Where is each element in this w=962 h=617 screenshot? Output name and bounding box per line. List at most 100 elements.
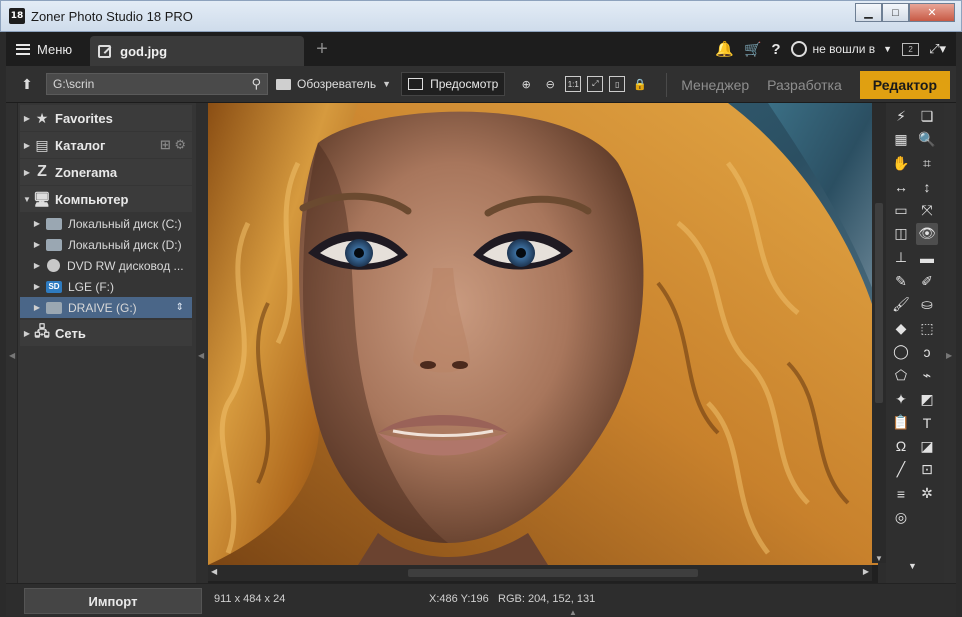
right-panel-collapse[interactable]: ▶	[944, 103, 956, 583]
scroll-right-icon[interactable]: ▶	[863, 567, 869, 576]
minimize-button[interactable]: ▁	[855, 3, 882, 22]
scroll-thumb[interactable]	[875, 203, 883, 403]
stripe-icon[interactable]: ≡	[890, 483, 912, 505]
reorder-icon[interactable]: ⇕	[176, 302, 184, 313]
hand-icon[interactable]: ✋	[890, 152, 912, 174]
eraser-icon[interactable]: ▬	[916, 247, 938, 269]
add-folder-icon[interactable]: ⊞	[160, 137, 171, 152]
add-tab-button[interactable]: +	[316, 38, 328, 61]
magic-wand-icon[interactable]: ✦	[890, 388, 912, 410]
search-icon[interactable]: ⚲	[251, 76, 261, 92]
mode-editor[interactable]: Редактор	[859, 70, 950, 99]
rect-select-icon[interactable]: ⬚	[916, 317, 938, 339]
image-canvas[interactable]	[208, 103, 878, 583]
line-icon[interactable]: ╱	[890, 459, 912, 481]
fit-to-screen-icon[interactable]: ⤢	[587, 76, 604, 92]
folder-up-button[interactable]: ⬆	[14, 72, 40, 96]
lock-icon[interactable]: 🔒	[631, 75, 649, 93]
straighten-icon[interactable]: ↔	[890, 176, 912, 198]
stamp-icon[interactable]: ⊥	[890, 247, 912, 269]
frame-icon[interactable]: ◎	[890, 506, 912, 528]
vertical-scrollbar[interactable]: ▼	[872, 103, 886, 563]
zoom-out-icon[interactable]: ⊖	[541, 75, 559, 93]
zoom-actual-size-button[interactable]: 1:1	[565, 76, 582, 92]
bell-icon[interactable]: 🔔	[715, 40, 734, 58]
gradient-icon[interactable]: ◩	[916, 388, 938, 410]
vertical-resize-icon[interactable]: ↕	[916, 176, 938, 198]
scroll-left-icon[interactable]: ◀	[211, 567, 217, 576]
expand-icon[interactable]: ▶	[20, 329, 34, 338]
shape-icon[interactable]: ◪	[916, 435, 938, 457]
brush-icon[interactable]: 🖌	[890, 294, 912, 316]
horizontal-scrollbar[interactable]: ◀ ▶	[208, 565, 872, 581]
expand-icon[interactable]: ▶	[20, 114, 34, 123]
zoom-in-icon[interactable]: ⊕	[517, 75, 535, 93]
maximize-button[interactable]: □	[882, 3, 909, 22]
panel-splitter[interactable]: ◀	[196, 103, 208, 583]
heal-brush-icon[interactable]: ✎	[890, 270, 912, 292]
gear-icon[interactable]: ⚙	[174, 137, 186, 152]
paste-icon[interactable]: 📋	[890, 412, 912, 434]
cart-icon[interactable]: 🛒	[744, 41, 761, 58]
expand-icon[interactable]: ▶	[20, 282, 46, 291]
nav-section-computer[interactable]: ▼ 🖥 Компьютер	[20, 186, 192, 212]
expand-icon[interactable]: ▶	[20, 168, 34, 177]
left-panel-collapse[interactable]: ◀	[6, 103, 18, 583]
layers-icon[interactable]: ❏	[916, 105, 938, 127]
histogram-icon[interactable]: ▦	[890, 129, 912, 151]
path-input[interactable]: G:\scrin ⚲	[46, 73, 268, 95]
symbol-icon[interactable]: Ω	[890, 435, 912, 457]
monitor-icon[interactable]: 2	[902, 42, 920, 56]
polygon-lasso-icon[interactable]: ⬠	[890, 365, 912, 387]
fit-height-icon[interactable]: ▯	[609, 76, 626, 92]
document-tab[interactable]: god.jpg	[90, 36, 305, 66]
bucket-icon[interactable]: ⛀	[916, 294, 938, 316]
expand-icon[interactable]: ▶	[20, 219, 46, 228]
preview-button[interactable]: Предосмотр	[401, 72, 506, 96]
crop-icon[interactable]: ⌗	[916, 152, 938, 174]
select-rect-icon[interactable]: ▭	[890, 199, 912, 221]
close-button[interactable]: ✕	[909, 3, 955, 22]
collapse-icon[interactable]: ▼	[20, 195, 34, 204]
redeye-icon[interactable]: 👁	[916, 222, 938, 245]
nav-section-favorites[interactable]: ▶ ★ Favorites	[20, 105, 192, 131]
expand-icon[interactable]: ▶	[20, 261, 46, 270]
settings-icon[interactable]: ✲	[916, 483, 938, 505]
transform-icon[interactable]: ⤧	[916, 199, 938, 221]
magnetic-lasso-icon[interactable]: ⌁	[916, 365, 938, 387]
zonerama-icon: Z	[37, 163, 47, 180]
removable-drive-icon	[46, 301, 62, 314]
drive-item-selected[interactable]: ▶ DRAIVE (G:) ⇕	[20, 297, 192, 318]
picture-icon[interactable]: ⊡	[916, 459, 938, 481]
ellipse-select-icon[interactable]: ◯	[890, 341, 912, 363]
mode-manager[interactable]: Менеджер	[681, 77, 749, 93]
expand-icon[interactable]: ▶	[20, 303, 46, 312]
scroll-thumb[interactable]	[408, 569, 698, 577]
text-icon[interactable]: T	[916, 412, 938, 434]
drive-item[interactable]: ▶ Локальный диск (C:)	[20, 213, 192, 234]
levels-icon[interactable]: ◫	[890, 223, 912, 245]
drive-item[interactable]: ▶ Локальный диск (D:)	[20, 234, 192, 255]
help-icon[interactable]: ?	[771, 41, 780, 58]
nav-section-network[interactable]: ▶ 🖧 Сеть	[20, 320, 192, 346]
retouch-icon[interactable]: ✐	[916, 270, 938, 292]
scroll-down-icon[interactable]: ▼	[875, 554, 883, 563]
menu-button[interactable]: Меню	[6, 32, 82, 66]
nav-section-catalog[interactable]: ▶ ▤ Каталог ⊞ ⚙	[20, 132, 192, 158]
mode-develop[interactable]: Разработка	[767, 77, 842, 93]
browser-dropdown[interactable]: Обозреватель ▼	[276, 77, 391, 91]
drive-item[interactable]: ▶ SD LGE (F:)	[20, 276, 192, 297]
lightning-icon[interactable]: ⚡	[890, 105, 912, 127]
hamburger-icon	[16, 43, 30, 55]
chevron-down-icon[interactable]: ▼	[908, 561, 917, 571]
expand-icon[interactable]: ▶	[20, 240, 46, 249]
nav-section-zonerama[interactable]: ▶ Z Zonerama	[20, 159, 192, 185]
import-button[interactable]: Импорт	[24, 588, 202, 614]
clear-icon[interactable]: ◆	[890, 317, 912, 339]
user-menu[interactable]: не вошли в ▼	[790, 41, 892, 57]
fullscreen-icon[interactable]: ⤢▾	[929, 41, 946, 57]
lasso-icon[interactable]: ↄ	[916, 341, 938, 363]
drive-item[interactable]: ▶ DVD RW дисковод ...	[20, 255, 192, 276]
zoom-icon[interactable]: 🔍	[916, 129, 938, 151]
expand-icon[interactable]: ▶	[20, 141, 34, 150]
